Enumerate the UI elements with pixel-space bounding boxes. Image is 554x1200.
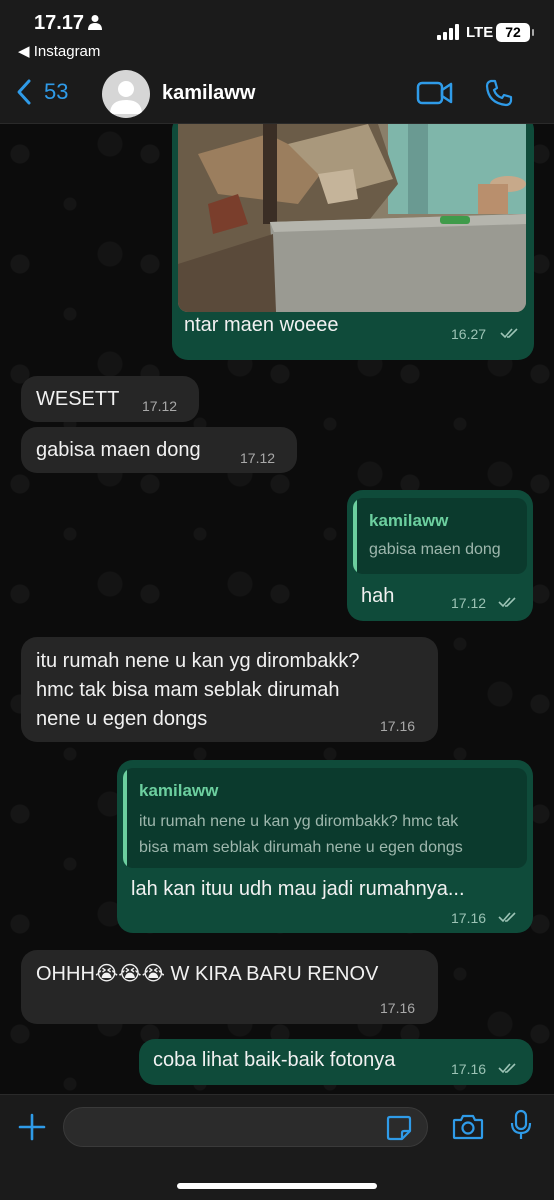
quote-bar: [353, 498, 357, 574]
signal-icon: [437, 24, 459, 40]
quote-author: kamilaww: [369, 511, 449, 530]
plus-icon[interactable]: [18, 1113, 46, 1141]
rubble-photo-image: [178, 124, 526, 312]
status-time: 17.17: [34, 12, 85, 34]
back-to-app-link[interactable]: ◀ Instagram: [18, 42, 100, 60]
message-text-line: itu rumah nene u kan yg dirombakk?: [36, 650, 360, 672]
message-time: 17.16: [380, 718, 416, 734]
message-time: 17.12: [451, 595, 487, 611]
read-receipt-icon: [498, 912, 516, 923]
microphone-icon[interactable]: [510, 1109, 532, 1141]
message-bubble-outgoing[interactable]: kamilaww gabisa maen dong hah 17.12: [347, 490, 533, 621]
home-indicator[interactable]: [177, 1183, 377, 1189]
quote-text: gabisa maen dong: [369, 541, 501, 558]
person-icon: [88, 15, 102, 30]
read-receipt-icon: [498, 1063, 516, 1074]
network-type: LTE: [466, 24, 494, 41]
quoted-message[interactable]: kamilaww itu rumah nene u kan yg diromba…: [123, 768, 527, 868]
message-time: 16.27: [451, 326, 487, 342]
message-bubble-outgoing[interactable]: coba lihat baik-baik fotonya 17.16: [139, 1039, 533, 1085]
status-bar: 17.17 ◀ Instagram LTE 72: [0, 0, 554, 66]
quoted-message[interactable]: kamilaww gabisa maen dong: [353, 498, 527, 574]
message-text: WESETT: [36, 388, 120, 410]
message-time: 17.16: [380, 1000, 416, 1016]
contact-name[interactable]: kamilaww: [162, 82, 255, 105]
message-time: 17.16: [451, 910, 487, 926]
message-text: gabisa maen dong: [36, 439, 201, 461]
message-text: hah: [361, 585, 395, 607]
message-time: 17.16: [451, 1061, 487, 1077]
camera-icon[interactable]: [452, 1113, 484, 1141]
avatar[interactable]: [102, 70, 150, 118]
message-input[interactable]: [63, 1107, 428, 1147]
video-call-icon[interactable]: [416, 80, 454, 106]
message-bubble-outgoing[interactable]: kamilaww itu rumah nene u kan yg diromba…: [117, 760, 533, 933]
quote-text-line: itu rumah nene u kan yg dirombakk? hmc t…: [139, 813, 459, 830]
message-text: OHHH😭😭😭 W KIRA BARU RENOV: [36, 963, 379, 985]
message-text: ntar maen woeee: [184, 314, 339, 336]
read-receipt-icon: [500, 328, 518, 339]
message-bubble-incoming[interactable]: gabisa maen dong 17.12: [21, 427, 297, 473]
message-bubble-incoming[interactable]: itu rumah nene u kan yg dirombakk? hmc t…: [21, 637, 438, 742]
quote-bar: [123, 768, 127, 868]
message-text: lah kan ituu udh mau jadi rumahnya...: [131, 878, 465, 900]
message-bubble-outgoing[interactable]: ntar maen woeee 16.27: [172, 124, 534, 360]
sticker-icon[interactable]: [386, 1115, 412, 1141]
message-bubble-incoming[interactable]: WESETT 17.12: [21, 376, 199, 422]
message-text: coba lihat baik-baik fotonya: [153, 1049, 396, 1071]
chevron-left-icon: [17, 79, 31, 105]
message-time: 17.12: [142, 398, 178, 414]
back-button[interactable]: 53: [16, 78, 68, 106]
battery-icon: 72: [496, 23, 534, 42]
message-time: 17.12: [240, 450, 276, 466]
chat-area[interactable]: ntar maen woeee 16.27 WESETT 17.12 gabis…: [0, 124, 554, 1094]
message-bubble-incoming[interactable]: OHHH😭😭😭 W KIRA BARU RENOV 17.16: [21, 950, 438, 1024]
quote-author: kamilaww: [139, 781, 219, 800]
chat-header: 53 kamilaww: [0, 66, 554, 124]
message-text-line: nene u egen dongs: [36, 708, 208, 730]
phone-call-icon[interactable]: [484, 78, 514, 108]
quote-text-line: bisa mam seblak dirumah nene u egen dong…: [139, 839, 463, 856]
unread-count: 53: [44, 79, 69, 104]
message-text-line: hmc tak bisa mam seblak dirumah: [36, 679, 340, 701]
composer-bar: [0, 1094, 554, 1200]
message-photo[interactable]: [178, 124, 526, 312]
read-receipt-icon: [498, 597, 516, 608]
default-avatar-icon: [110, 81, 142, 114]
